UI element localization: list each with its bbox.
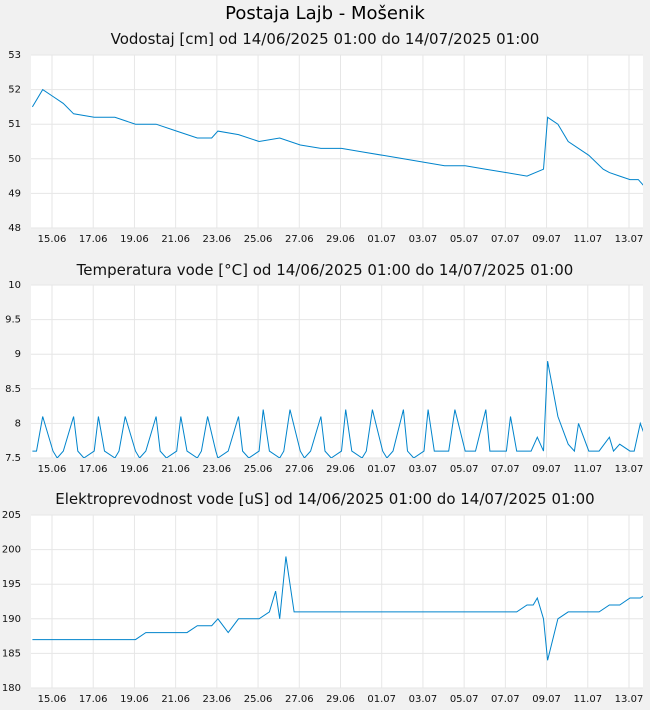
conductivity-x-tick-label: 05.07 [450,694,479,705]
conductivity-y-tick-label: 180 [2,683,21,694]
conductivity-y-tick-label: 205 [2,510,21,521]
chart-page: Postaja Lajb - Mošenik Vodostaj [cm] od … [0,0,650,710]
water-temperature-y-tick-label: 7.5 [5,453,21,464]
water-temperature-x-tick-label: 27.06 [285,464,314,475]
conductivity-x-tick-label: 03.07 [409,694,438,705]
water-temperature-y-tick-label: 8 [15,418,21,429]
water-level-x-tick-label: 25.06 [244,234,273,245]
water-temperature-x-tick-label: 15.06 [38,464,67,475]
conductivity-x-tick-label: 21.06 [161,694,190,705]
conductivity-x-tick-label: 19.06 [120,694,149,705]
water-temperature-x-tick-label: 23.06 [203,464,232,475]
water-temperature-x-tick-label: 19.06 [120,464,149,475]
water-level-y-tick-label: 51 [8,119,21,130]
water-level-x-tick-label: 07.07 [491,234,520,245]
water-level-y-tick-label: 50 [8,154,21,165]
water-level-x-tick-label: 23.06 [203,234,232,245]
conductivity-y-tick-label: 195 [2,579,21,590]
water-level-x-tick-label: 17.06 [79,234,108,245]
water-level-x-tick-label: 15.06 [38,234,67,245]
water-level-y-tick-label: 49 [8,188,21,199]
conductivity-x-tick-label: 25.06 [244,694,273,705]
water-temperature-x-tick-label: 29.06 [326,464,355,475]
water-level-x-tick-label: 09.07 [532,234,561,245]
water-temperature-x-tick-label: 07.07 [491,464,520,475]
water-temperature-x-tick-label: 21.06 [161,464,190,475]
conductivity-x-tick-label: 27.06 [285,694,314,705]
water-temperature-x-tick-label: 01.07 [367,464,396,475]
water-level-y-tick-label: 52 [8,85,21,96]
conductivity-x-tick-label: 15.06 [38,694,67,705]
water-temperature-x-tick-label: 13.07 [615,464,644,475]
water-temperature-y-tick-label: 8.5 [5,384,21,395]
conductivity-y-tick-label: 200 [2,545,21,556]
conductivity-x-tick-label: 29.06 [326,694,355,705]
water-level-x-tick-label: 05.07 [450,234,479,245]
water-temperature-y-tick-label: 9.5 [5,315,21,326]
water-level-x-tick-label: 27.06 [285,234,314,245]
water-temperature-y-tick-label: 9 [15,349,21,360]
conductivity-x-tick-label: 11.07 [573,694,602,705]
water-level-plot-area [31,55,643,228]
conductivity-x-tick-label: 09.07 [532,694,561,705]
charts-svg: 48 49 50 51 52 53 15.06 17.06 19.06 21.06 23.06 25.… [2,50,644,705]
conductivity-x-tick-label: 01.07 [367,694,396,705]
conductivity-x-tick-label: 13.07 [615,694,644,705]
water-temperature-y-tick-label: 10 [8,280,21,291]
water-level-x-tick-label: 21.06 [161,234,190,245]
water-level-x-tick-label: 11.07 [573,234,602,245]
water-temperature-x-tick-label: 17.06 [79,464,108,475]
water-temperature-x-tick-label: 03.07 [409,464,438,475]
water-level-y-tick-label: 53 [8,50,21,61]
conductivity-y-tick-label: 190 [2,614,21,625]
conductivity-x-tick-label: 07.07 [491,694,520,705]
water-temperature-x-tick-label: 05.07 [450,464,479,475]
conductivity-x-tick-label: 23.06 [203,694,232,705]
conductivity-y-tick-label: 185 [2,648,21,659]
water-level-x-tick-label: 01.07 [367,234,396,245]
water-level-x-tick-label: 03.07 [409,234,438,245]
water-temperature-x-tick-label: 11.07 [573,464,602,475]
water-temperature-x-tick-label: 09.07 [532,464,561,475]
water-temperature-x-tick-label: 25.06 [244,464,273,475]
water-level-x-tick-label: 13.07 [615,234,644,245]
water-level-x-tick-label: 29.06 [326,234,355,245]
water-level-y-tick-label: 48 [8,223,21,234]
conductivity-plot-area [31,515,643,688]
water-level-x-tick-label: 19.06 [120,234,149,245]
conductivity-x-tick-label: 17.06 [79,694,108,705]
